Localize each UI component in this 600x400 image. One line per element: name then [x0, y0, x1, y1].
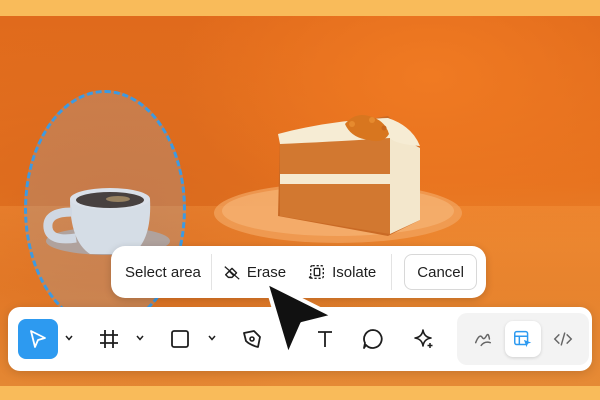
design-mode-button[interactable]	[505, 321, 541, 357]
eraser-icon	[224, 266, 240, 280]
sparkle-icon	[414, 329, 433, 348]
scribble-icon	[474, 333, 492, 347]
chevron-down-icon[interactable]	[207, 333, 217, 343]
arrow-pointer-icon	[30, 330, 46, 348]
code-brackets-icon	[553, 332, 573, 346]
square-icon	[171, 330, 189, 348]
cancel-button[interactable]: Cancel	[404, 254, 477, 290]
select-area-label: Select area	[125, 263, 201, 281]
divider	[391, 254, 393, 290]
ai-tool-button[interactable]	[403, 319, 443, 359]
frame-tool-button[interactable]	[89, 319, 129, 359]
cake-slice	[278, 115, 420, 236]
dev-mode-button[interactable]	[545, 321, 581, 357]
comment-tool-button[interactable]	[353, 319, 393, 359]
hash-frame-icon	[100, 330, 118, 348]
mouse-cursor-icon	[264, 280, 336, 358]
shape-tool-button[interactable]	[160, 319, 200, 359]
speech-bubble-icon	[363, 329, 383, 349]
move-tool-button[interactable]	[18, 319, 58, 359]
chevron-down-icon[interactable]	[64, 333, 74, 343]
mode-switcher	[457, 313, 589, 365]
layout-cursor-icon	[514, 330, 532, 348]
draw-mode-button[interactable]	[465, 321, 501, 357]
chevron-down-icon[interactable]	[135, 333, 145, 343]
